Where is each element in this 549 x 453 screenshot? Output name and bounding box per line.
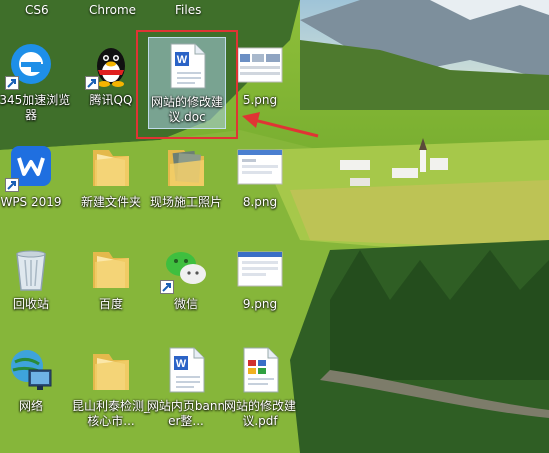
- desktop-icon-label: 8.png: [242, 195, 278, 209]
- desktop-icon-label: 新建文件夹: [80, 195, 141, 209]
- pdf-document-icon: [236, 346, 284, 394]
- desktop-icon-label: WPS 2019: [0, 195, 62, 209]
- desktop-icon-kunshan-folder[interactable]: 昆山利泰检测_核心市...: [70, 342, 152, 438]
- shortcut-arrow-icon: [160, 280, 174, 294]
- top-label-cs6[interactable]: CS6: [25, 3, 49, 17]
- desktop-icon-8-png[interactable]: 8.png: [219, 138, 301, 234]
- folder-photos-icon: [162, 142, 210, 190]
- desktop-icon-label: 9.png: [242, 297, 278, 311]
- top-label-chrome[interactable]: Chrome: [89, 3, 136, 17]
- desktop-icon-wps-2019[interactable]: WPS 2019: [0, 138, 72, 234]
- desktop-icon-label: 百度: [98, 297, 123, 311]
- image-thumbnail-icon: [236, 142, 284, 190]
- image-thumbnail-icon: [236, 40, 284, 88]
- word-document-icon: W: [163, 42, 211, 90]
- desktop-icon-label: 现场施工照片: [149, 195, 222, 209]
- folder-icon: [87, 346, 135, 394]
- desktop-icon-website-suggestions-pdf[interactable]: 网站的修改建议.pdf: [219, 342, 301, 438]
- desktop-icon-label: 网站内页banner整...: [146, 399, 226, 428]
- folder-icon: [87, 244, 135, 292]
- desktop-icon-banner-doc[interactable]: W 网站内页banner整...: [145, 342, 227, 438]
- qq-penguin-icon: [85, 40, 135, 90]
- shortcut-arrow-icon: [85, 76, 99, 90]
- desktop-icon-recycle-bin[interactable]: 回收站: [0, 240, 72, 336]
- desktop-icon-9-png[interactable]: 9.png: [219, 240, 301, 336]
- desktop-icon-wechat[interactable]: 微信: [145, 240, 227, 336]
- wps-icon: [5, 142, 55, 192]
- desktop-icon-site-photos-folder[interactable]: 现场施工照片: [145, 138, 227, 234]
- svg-text:W: W: [177, 54, 188, 66]
- desktop-icon-label: 网络: [18, 399, 43, 413]
- desktop-icon-label: 网站的修改建议.pdf: [223, 399, 296, 428]
- shortcut-arrow-icon: [5, 76, 19, 90]
- desktop-icon-baidu-folder[interactable]: 百度: [70, 240, 152, 336]
- word-document-icon: W: [162, 346, 210, 394]
- desktop-icon-label: 网站的修改建议.doc: [150, 95, 223, 124]
- recycle-bin-icon: [7, 244, 55, 292]
- desktop-icon-new-folder[interactable]: 新建文件夹: [70, 138, 152, 234]
- svg-text:W: W: [176, 358, 187, 370]
- network-icon: [7, 346, 55, 394]
- desktop-icon-label: 2345加速浏览器: [0, 93, 71, 122]
- desktop-icon-2345-browser[interactable]: 2345加速浏览器: [0, 36, 72, 132]
- wechat-icon: [160, 244, 210, 294]
- red-arrow-icon: [242, 112, 319, 138]
- shortcut-arrow-icon: [5, 178, 19, 192]
- desktop-icon-network[interactable]: 网络: [0, 342, 72, 438]
- folder-icon: [87, 142, 135, 190]
- desktop-icon-qq[interactable]: 腾讯QQ: [70, 36, 152, 132]
- desktop-icon-label: 回收站: [12, 297, 49, 311]
- ie-browser-icon: [5, 40, 55, 90]
- desktop-icon-label: 昆山利泰检测_核心市...: [71, 399, 150, 428]
- image-thumbnail-icon: [236, 244, 284, 292]
- desktop-icon-website-suggestions-doc[interactable]: W 网站的修改建议.doc: [148, 37, 226, 129]
- desktop-icon-label: 腾讯QQ: [89, 93, 133, 107]
- desktop-icon-label: 微信: [173, 297, 198, 311]
- top-label-files[interactable]: Files: [175, 3, 201, 17]
